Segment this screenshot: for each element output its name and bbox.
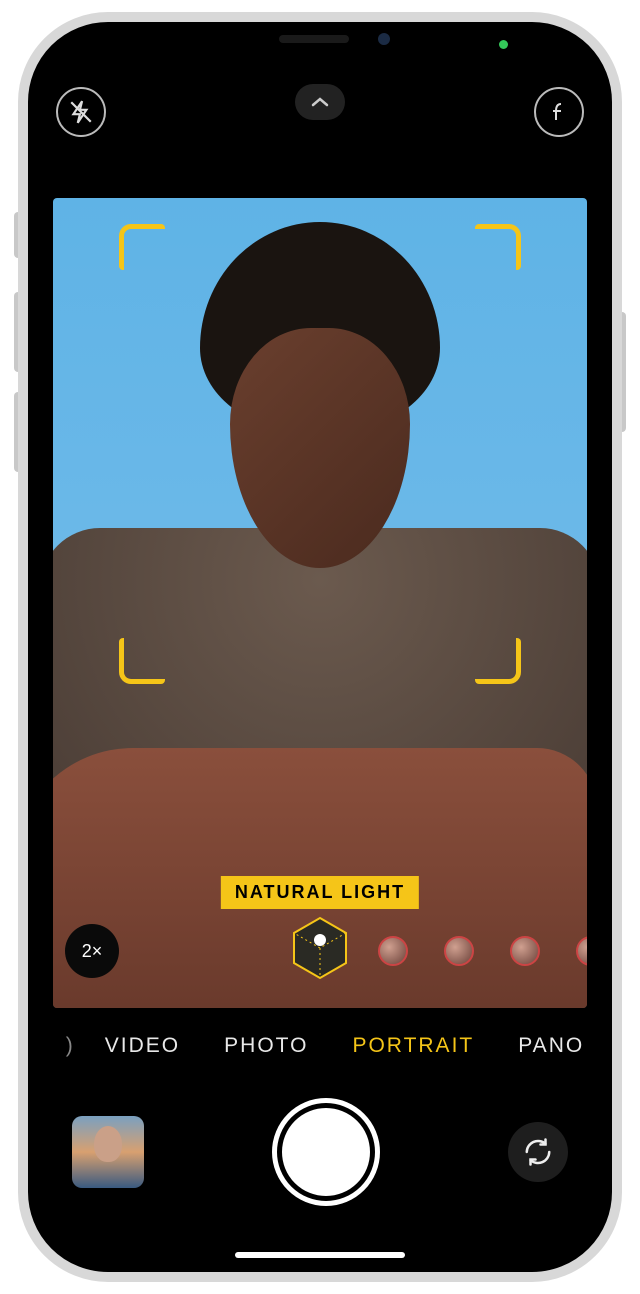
depth-control-button[interactable]	[534, 87, 584, 137]
notch	[195, 22, 445, 56]
speaker-grille	[279, 35, 349, 43]
expand-controls-button[interactable]	[295, 84, 345, 120]
lighting-option-dot[interactable]	[378, 936, 408, 966]
chevron-up-icon	[310, 96, 330, 108]
mode-portrait[interactable]: PORTRAIT	[352, 1034, 474, 1058]
last-photo-thumbnail[interactable]	[72, 1116, 144, 1188]
camera-flip-icon	[523, 1137, 553, 1167]
front-camera-dot	[378, 33, 390, 45]
flash-button[interactable]	[56, 87, 106, 137]
mode-clipped: )	[66, 1034, 75, 1058]
f-stop-icon	[547, 100, 571, 124]
lighting-label: NATURAL LIGHT	[221, 876, 419, 909]
flash-off-icon	[68, 99, 94, 125]
mode-pano[interactable]: PANO	[518, 1034, 584, 1058]
privacy-indicator-dot	[499, 40, 508, 49]
zoom-label: 2×	[82, 941, 103, 962]
mode-photo[interactable]: PHOTO	[224, 1034, 308, 1058]
focus-corner-icon	[475, 638, 521, 684]
lighting-option-dot[interactable]	[510, 936, 540, 966]
lighting-cube-icon[interactable]	[292, 916, 348, 980]
lighting-option-dot[interactable]	[576, 936, 587, 966]
phone-frame: NATURAL LIGHT 2×	[18, 12, 622, 1282]
focus-corner-icon	[475, 224, 521, 270]
mode-selector[interactable]: ) VIDEO PHOTO PORTRAIT PANO	[28, 1024, 612, 1068]
zoom-button[interactable]: 2×	[65, 924, 119, 978]
focus-corner-icon	[119, 224, 165, 270]
shutter-button[interactable]	[277, 1103, 375, 1201]
lighting-option-dot[interactable]	[444, 936, 474, 966]
home-indicator[interactable]	[235, 1252, 405, 1258]
focus-corner-icon	[119, 638, 165, 684]
lighting-effect-strip[interactable]	[53, 918, 587, 982]
camera-viewfinder[interactable]: NATURAL LIGHT 2×	[53, 198, 587, 1008]
mode-video[interactable]: VIDEO	[105, 1034, 180, 1058]
flip-camera-button[interactable]	[508, 1122, 568, 1182]
